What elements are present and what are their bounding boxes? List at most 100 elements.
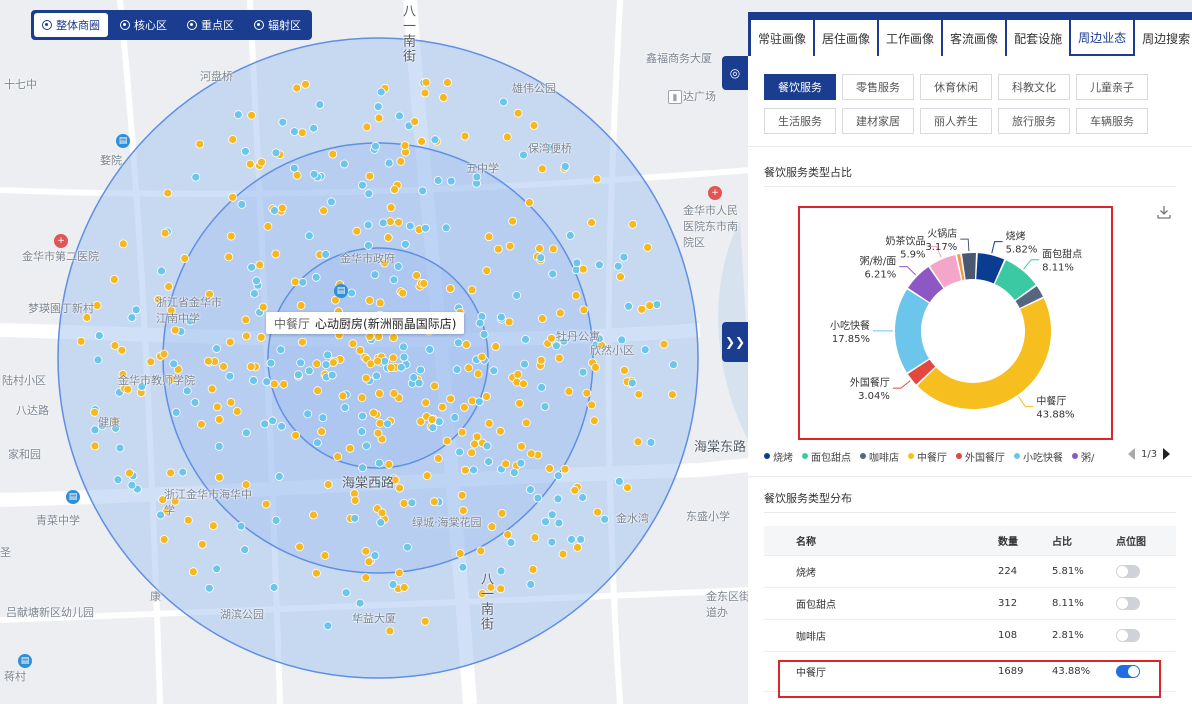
poi-dot[interactable] bbox=[446, 394, 456, 404]
poi-dot[interactable] bbox=[600, 514, 610, 524]
poi-dot[interactable] bbox=[361, 573, 371, 582]
poi-dot[interactable] bbox=[301, 79, 310, 89]
poi-dot[interactable] bbox=[484, 457, 494, 467]
poi-dot[interactable] bbox=[320, 551, 330, 560]
poi-dot[interactable] bbox=[376, 87, 386, 97]
poi-dot[interactable] bbox=[164, 282, 174, 291]
poi-dot[interactable] bbox=[572, 258, 582, 268]
poi-dot[interactable] bbox=[321, 360, 331, 370]
poi-dot[interactable] bbox=[295, 542, 305, 552]
poi-dot[interactable] bbox=[419, 279, 429, 288]
poi-dot[interactable] bbox=[521, 418, 531, 428]
poi-dot[interactable] bbox=[309, 169, 319, 179]
poi-dot[interactable] bbox=[555, 308, 565, 318]
poi-dot[interactable] bbox=[212, 344, 222, 353]
poi-dot[interactable] bbox=[509, 468, 519, 478]
poi-dot[interactable] bbox=[487, 522, 497, 531]
poi-dot[interactable] bbox=[668, 390, 677, 400]
chip-education[interactable]: 科教文化 bbox=[998, 74, 1070, 100]
poi-dot[interactable] bbox=[372, 371, 382, 381]
poi-dot[interactable] bbox=[624, 301, 633, 311]
poi-dot[interactable] bbox=[117, 345, 127, 355]
poi-dot[interactable] bbox=[357, 393, 367, 403]
poi-dot[interactable] bbox=[226, 397, 236, 407]
poi-dot[interactable] bbox=[338, 391, 348, 401]
poi-dot[interactable] bbox=[365, 171, 375, 181]
poi-dot[interactable] bbox=[370, 270, 380, 280]
poi-dot[interactable] bbox=[296, 358, 306, 368]
poi-dot[interactable] bbox=[93, 355, 103, 365]
poi-dot[interactable] bbox=[389, 275, 399, 285]
poi-dot[interactable] bbox=[371, 141, 380, 151]
poi-dot[interactable] bbox=[425, 344, 435, 354]
poi-dot[interactable] bbox=[252, 276, 261, 286]
poi-dot[interactable] bbox=[407, 498, 417, 508]
landmark-icon[interactable]: ▮ bbox=[668, 90, 682, 104]
poi-dot[interactable] bbox=[369, 408, 379, 418]
poi-dot[interactable] bbox=[269, 583, 279, 592]
poi-dot[interactable] bbox=[579, 305, 589, 315]
poi-dot[interactable] bbox=[528, 565, 538, 574]
poi-dot[interactable] bbox=[420, 88, 430, 98]
poi-dot[interactable] bbox=[620, 365, 629, 375]
legend-next-button[interactable] bbox=[1163, 448, 1171, 460]
poi-dot[interactable] bbox=[395, 111, 404, 121]
donut-slice[interactable] bbox=[895, 289, 930, 373]
poi-dot[interactable] bbox=[146, 357, 156, 367]
poi-dot[interactable] bbox=[512, 290, 522, 300]
poi-dot[interactable] bbox=[547, 510, 557, 520]
poi-dot[interactable] bbox=[341, 588, 351, 598]
poi-dot[interactable] bbox=[537, 314, 547, 323]
poi-dot[interactable] bbox=[297, 128, 307, 138]
poi-dot[interactable] bbox=[475, 318, 485, 328]
poi-dot[interactable] bbox=[171, 407, 181, 417]
poi-dot[interactable] bbox=[567, 535, 576, 544]
poi-dot[interactable] bbox=[159, 349, 169, 359]
poi-dot[interactable] bbox=[477, 352, 487, 362]
chip-kids[interactable]: 儿童亲子 bbox=[1076, 74, 1148, 100]
poi-dot[interactable] bbox=[357, 180, 367, 190]
poi-dot[interactable] bbox=[513, 369, 523, 379]
poi-dot[interactable] bbox=[633, 437, 643, 447]
poi-dot[interactable] bbox=[437, 402, 447, 412]
poi-dot[interactable] bbox=[395, 483, 405, 493]
poi-dot[interactable] bbox=[362, 122, 372, 132]
poi-dot[interactable] bbox=[565, 231, 575, 240]
poi-dot[interactable] bbox=[645, 301, 655, 311]
poi-dot[interactable] bbox=[417, 136, 427, 146]
poi-dot[interactable] bbox=[493, 244, 503, 254]
poi-dot[interactable] bbox=[517, 441, 526, 451]
poi-dot[interactable] bbox=[383, 233, 393, 242]
poi-dot[interactable] bbox=[317, 427, 327, 437]
poi-dot[interactable] bbox=[257, 157, 266, 167]
poi-dot[interactable] bbox=[127, 480, 137, 490]
poi-dot[interactable] bbox=[279, 379, 289, 389]
poi-dot[interactable] bbox=[204, 583, 214, 593]
chip-travel[interactable]: 旅行服务 bbox=[998, 108, 1070, 134]
building-icon[interactable]: ▤ bbox=[334, 284, 348, 298]
poi-dot[interactable] bbox=[467, 448, 477, 458]
poi-dot[interactable] bbox=[482, 441, 492, 451]
poi-dot[interactable] bbox=[375, 418, 385, 428]
poi-dot[interactable] bbox=[166, 468, 176, 478]
poi-dot[interactable] bbox=[240, 545, 250, 555]
poi-dot[interactable] bbox=[289, 163, 299, 173]
poi-dot[interactable] bbox=[430, 135, 440, 145]
poi-dot[interactable] bbox=[547, 537, 557, 547]
poi-dot[interactable] bbox=[277, 421, 287, 431]
poi-dot[interactable] bbox=[180, 253, 190, 263]
hospital-icon[interactable]: + bbox=[708, 186, 722, 200]
poi-dot[interactable] bbox=[297, 337, 307, 347]
poi-dot[interactable] bbox=[196, 419, 206, 429]
poi-dot[interactable] bbox=[619, 252, 629, 262]
poi-dot[interactable] bbox=[313, 386, 323, 396]
poi-dot[interactable] bbox=[225, 371, 235, 381]
poi-dot[interactable] bbox=[315, 100, 325, 109]
poi-dot[interactable] bbox=[304, 366, 314, 376]
poi-dot[interactable] bbox=[127, 313, 137, 323]
poi-dot[interactable] bbox=[473, 369, 483, 379]
poi-dot[interactable] bbox=[446, 176, 456, 186]
poi-dot[interactable] bbox=[311, 568, 321, 578]
poi-dot[interactable] bbox=[564, 386, 574, 396]
poi-dot[interactable] bbox=[350, 496, 360, 505]
